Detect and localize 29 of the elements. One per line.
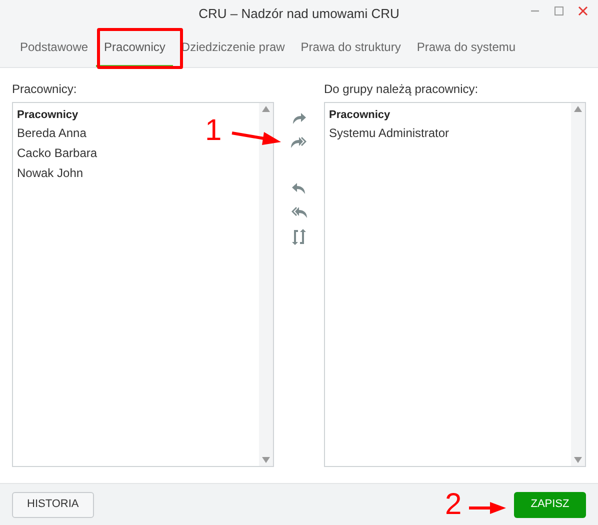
scroll-down-icon[interactable] — [262, 457, 270, 463]
scrollbar[interactable] — [259, 103, 273, 466]
annotation-arrow — [468, 501, 506, 515]
tab[interactable]: Prawa do systemu — [408, 28, 524, 67]
save-button[interactable]: ZAPISZ — [514, 492, 586, 518]
tab[interactable]: Podstawowe — [12, 28, 96, 67]
maximize-icon[interactable] — [554, 6, 564, 16]
list-header: Pracownicy — [328, 108, 392, 123]
annotation-number: 2 — [445, 490, 462, 520]
history-button[interactable]: HISTORIA — [12, 492, 94, 518]
list-label: Do grupy należą pracownicy: — [324, 81, 480, 98]
list-item[interactable]: Systemu Administrator — [325, 123, 454, 143]
list-item[interactable]: Nowak John — [13, 163, 88, 183]
scrollbar[interactable] — [571, 103, 585, 466]
list-header: Pracownicy — [16, 108, 80, 123]
annotation-arrow — [231, 129, 281, 147]
scroll-up-icon[interactable] — [574, 106, 582, 112]
list-label: Pracownicy: — [12, 81, 78, 98]
scroll-down-icon[interactable] — [574, 457, 582, 463]
list-item[interactable]: Bereda Anna — [13, 123, 90, 143]
annotation-number: 1 — [205, 116, 222, 146]
tab[interactable]: Pracownicy — [96, 28, 174, 67]
window-title: CRU – Nadzór nad umowami CRU — [198, 5, 400, 24]
scroll-up-icon[interactable] — [262, 106, 270, 112]
swap-icon[interactable] — [290, 228, 308, 246]
close-icon[interactable] — [578, 6, 588, 16]
list-item[interactable]: Cacko Barbara — [13, 143, 102, 163]
tab[interactable]: Dziedziczenie praw — [173, 28, 293, 67]
tab[interactable]: Prawa do struktury — [292, 28, 409, 67]
